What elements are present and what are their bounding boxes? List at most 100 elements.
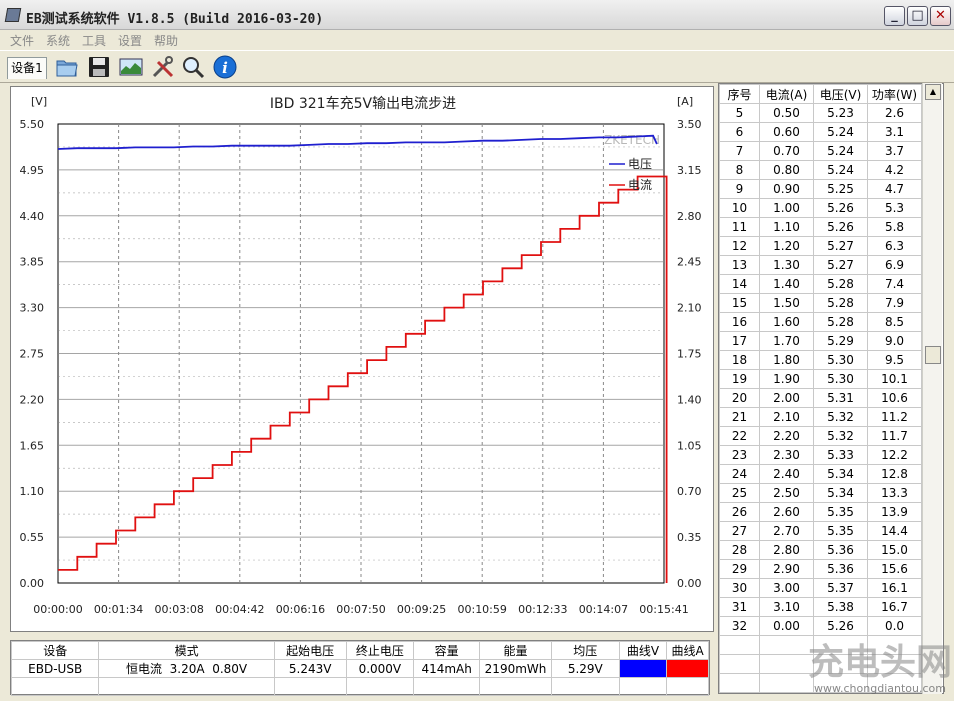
cell-index: 20 [719, 388, 760, 408]
x-tick-label: 00:14:07 [579, 603, 628, 616]
table-row[interactable]: 14 1.40 5.28 7.4 [719, 274, 922, 294]
y-right-tick-label: 2.80 [677, 210, 702, 223]
table-row[interactable]: 6 0.60 5.24 3.1 [719, 122, 922, 142]
scroll-thumb[interactable] [925, 346, 941, 364]
menu-help[interactable]: 帮助 [154, 32, 178, 49]
menu-file[interactable]: 文件 [10, 32, 34, 49]
y-left-tick-label: 0.55 [20, 531, 45, 544]
column-header-power[interactable]: 功率(W) [867, 84, 922, 104]
table-row[interactable]: 23 2.30 5.33 12.2 [719, 445, 922, 465]
menu-settings[interactable]: 设置 [118, 32, 142, 49]
watermark-brand: 充电头网 [808, 642, 950, 683]
table-row[interactable]: 29 2.90 5.36 15.6 [719, 559, 922, 579]
y-right-tick-label: 2.45 [677, 256, 702, 269]
cell-voltage: 5.36 [813, 540, 868, 560]
magnifier-icon[interactable] [180, 54, 206, 80]
cell-index: 29 [719, 559, 760, 579]
table-row[interactable]: 26 2.60 5.35 13.9 [719, 502, 922, 522]
y-right-tick-label: 1.40 [677, 393, 702, 406]
table-row[interactable]: 19 1.90 5.30 10.1 [719, 369, 922, 389]
table-row[interactable]: 10 1.00 5.26 5.3 [719, 198, 922, 218]
cell-power: 6.9 [867, 255, 922, 275]
table-row[interactable]: 8 0.80 5.24 4.2 [719, 160, 922, 180]
summary-row[interactable]: EBD-USB 恒电流 3.20A 0.80V 5.243V 0.000V 41… [10, 659, 709, 678]
cell-power: 5.3 [867, 198, 922, 218]
table-row[interactable]: 16 1.60 5.28 8.5 [719, 312, 922, 332]
table-scrollbar[interactable]: ▲ [922, 83, 942, 694]
scroll-up-icon[interactable]: ▲ [925, 84, 941, 100]
x-tick-label: 00:04:42 [215, 603, 264, 616]
cell-index: 31 [719, 597, 760, 617]
maximize-button[interactable]: □ [907, 6, 928, 26]
cell-power: 15.0 [867, 540, 922, 560]
column-header-voltage[interactable]: 电压(V) [813, 84, 868, 104]
curve-v-color-swatch[interactable] [618, 659, 668, 678]
table-row[interactable]: 27 2.70 5.35 14.4 [719, 521, 922, 541]
open-folder-icon[interactable] [54, 54, 80, 80]
x-tick-label: 00:15:41 [639, 603, 688, 616]
minimize-button[interactable]: _ [884, 6, 905, 26]
table-row[interactable]: 21 2.10 5.32 11.2 [719, 407, 922, 427]
table-row[interactable]: 20 2.00 5.31 10.6 [719, 388, 922, 408]
info-icon[interactable]: i [212, 54, 238, 80]
cell-current: 1.20 [759, 236, 814, 256]
table-row[interactable]: 9 0.90 5.25 4.7 [719, 179, 922, 199]
cell-current: 1.00 [759, 198, 814, 218]
table-row[interactable]: 13 1.30 5.27 6.9 [719, 255, 922, 275]
table-row[interactable]: 18 1.80 5.30 9.5 [719, 350, 922, 370]
table-row[interactable]: 31 3.10 5.38 16.7 [719, 597, 922, 617]
chart-image-icon[interactable] [118, 54, 144, 80]
cell-voltage: 5.35 [813, 521, 868, 541]
cell-voltage: 5.26 [813, 198, 868, 218]
cell-index: 30 [719, 578, 760, 598]
cell-voltage: 5.28 [813, 293, 868, 313]
summary-header-curve-a: 曲线A [666, 641, 709, 660]
legend-voltage-label: 电压 [628, 157, 652, 171]
cell-current: 2.70 [759, 521, 814, 541]
save-disk-icon[interactable] [86, 54, 112, 80]
summary-header-end-voltage: 终止电压 [345, 641, 415, 660]
x-tick-label: 00:01:34 [94, 603, 143, 616]
column-header-index[interactable]: 序号 [719, 84, 760, 104]
y-left-tick-label: 4.40 [20, 210, 45, 223]
table-row[interactable]: 17 1.70 5.29 9.0 [719, 331, 922, 351]
curve-a-color-swatch[interactable] [666, 659, 709, 678]
table-row[interactable]: 24 2.40 5.34 12.8 [719, 464, 922, 484]
menu-tools[interactable]: 工具 [82, 32, 106, 49]
table-row[interactable]: 12 1.20 5.27 6.3 [719, 236, 922, 256]
cell-index: 10 [719, 198, 760, 218]
cell-current: 2.50 [759, 483, 814, 503]
y-left-tick-label: 1.65 [20, 439, 45, 452]
table-row[interactable]: 25 2.50 5.34 13.3 [719, 483, 922, 503]
cell-index: 17 [719, 331, 760, 351]
cell-current: 1.10 [759, 217, 814, 237]
table-row[interactable]: 7 0.70 5.24 3.7 [719, 141, 922, 161]
table-row[interactable]: 15 1.50 5.28 7.9 [719, 293, 922, 313]
table-row[interactable]: 28 2.80 5.36 15.0 [719, 540, 922, 560]
cell-index: 6 [719, 122, 760, 142]
table-row[interactable]: 30 3.00 5.37 16.1 [719, 578, 922, 598]
cell-power: 13.3 [867, 483, 922, 503]
data-table: 序号 电流(A) 电压(V) 功率(W) 5 0.50 5.23 2.6 6 0.60 5.… [719, 84, 922, 693]
y-left-tick-label: 3.85 [20, 256, 45, 269]
table-row[interactable]: 11 1.10 5.26 5.8 [719, 217, 922, 237]
cell-voltage: 5.25 [813, 179, 868, 199]
cell-power: 5.8 [867, 217, 922, 237]
cell-index: 24 [719, 464, 760, 484]
cell-voltage: 5.38 [813, 597, 868, 617]
menu-system[interactable]: 系统 [46, 32, 70, 49]
cell-index: 32 [719, 616, 760, 636]
y-right-tick-label: 0.00 [677, 577, 702, 590]
cell-voltage: 5.33 [813, 445, 868, 465]
tab-device-1[interactable]: 设备1 [7, 57, 47, 79]
tools-icon[interactable] [150, 54, 176, 80]
table-row[interactable]: 22 2.20 5.32 11.7 [719, 426, 922, 446]
cell-index: 12 [719, 236, 760, 256]
summary-empty-row [10, 677, 709, 696]
cell-index: 25 [719, 483, 760, 503]
cell-current: 1.90 [759, 369, 814, 389]
close-button[interactable]: ✕ [930, 6, 951, 26]
summary-start-voltage: 5.243V [273, 659, 347, 678]
table-row[interactable]: 5 0.50 5.23 2.6 [719, 103, 922, 123]
column-header-current[interactable]: 电流(A) [759, 84, 814, 104]
